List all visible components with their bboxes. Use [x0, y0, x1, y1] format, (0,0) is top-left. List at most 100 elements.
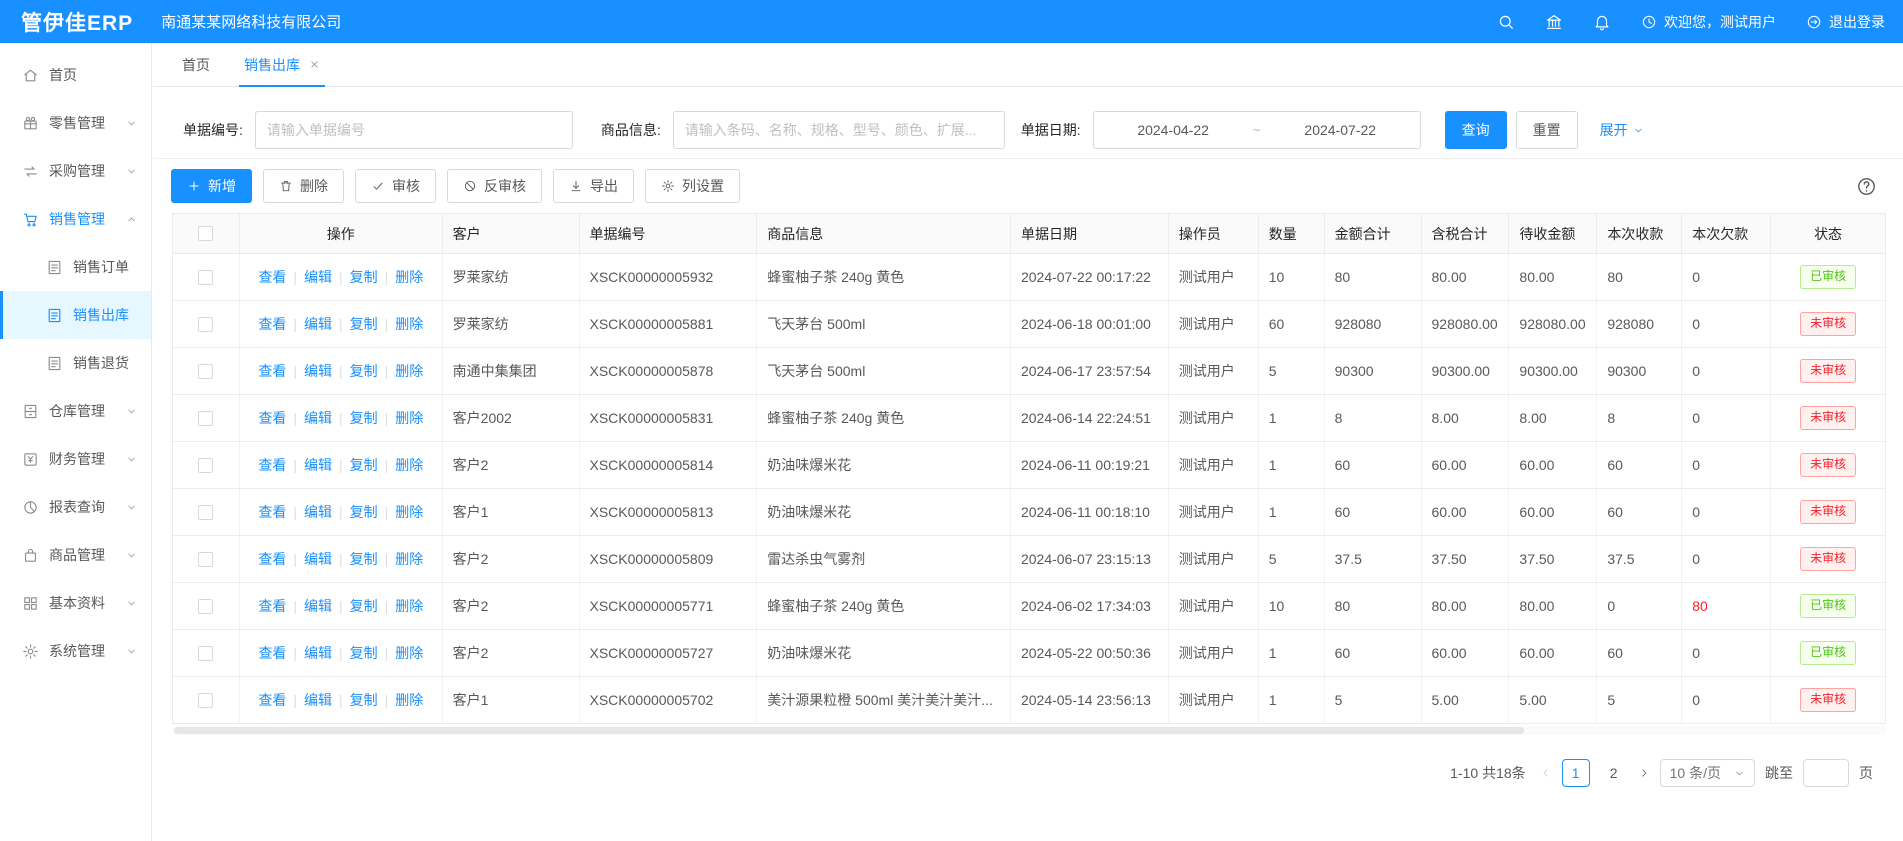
column-header-customer: 客户 — [443, 214, 580, 253]
row-checkbox[interactable] — [198, 505, 213, 520]
copy-link[interactable]: 复制 — [350, 314, 378, 334]
delete-link[interactable]: 删除 — [395, 361, 423, 381]
row-checkbox[interactable] — [198, 552, 213, 567]
edit-link[interactable]: 编辑 — [304, 596, 332, 616]
cell-orderNo: XSCK00000005814 — [580, 442, 758, 488]
copy-link[interactable]: 复制 — [350, 502, 378, 522]
edit-link[interactable]: 编辑 — [304, 502, 332, 522]
date-range-picker[interactable]: 2024-04-22 ~ 2024-07-22 — [1093, 111, 1421, 149]
edit-link[interactable]: 编辑 — [304, 361, 332, 381]
sidebar-item-purchase[interactable]: 采购管理 — [0, 147, 151, 195]
view-link[interactable]: 查看 — [258, 643, 286, 663]
help-icon[interactable] — [1856, 176, 1877, 197]
delete-link[interactable]: 删除 — [395, 643, 423, 663]
unaudit-button[interactable]: 反审核 — [447, 169, 542, 203]
delete-link[interactable]: 删除 — [395, 690, 423, 710]
reset-button[interactable]: 重置 — [1516, 111, 1578, 149]
row-checkbox[interactable] — [198, 693, 213, 708]
copy-link[interactable]: 复制 — [350, 408, 378, 428]
copy-link[interactable]: 复制 — [350, 596, 378, 616]
tab-home[interactable]: 首页 — [165, 43, 227, 86]
prev-page-button[interactable] — [1540, 767, 1552, 779]
copy-link[interactable]: 复制 — [350, 361, 378, 381]
view-link[interactable]: 查看 — [258, 408, 286, 428]
doc-no-input[interactable] — [255, 111, 573, 149]
chevron-down-icon — [126, 406, 137, 417]
audit-button[interactable]: 审核 — [355, 169, 436, 203]
copy-link[interactable]: 复制 — [350, 643, 378, 663]
row-checkbox[interactable] — [198, 458, 213, 473]
row-checkbox[interactable] — [198, 270, 213, 285]
edit-link[interactable]: 编辑 — [304, 408, 332, 428]
row-checkbox[interactable] — [198, 317, 213, 332]
view-link[interactable]: 查看 — [258, 314, 286, 334]
horizontal-scrollbar[interactable] — [172, 726, 1886, 735]
sidebar-item-sales[interactable]: 销售管理 — [0, 195, 151, 243]
edit-link[interactable]: 编辑 — [304, 549, 332, 569]
expand-link[interactable]: 展开 — [1600, 120, 1644, 140]
sidebar-item-system[interactable]: 系统管理 — [0, 627, 151, 675]
action-separator: | — [385, 504, 389, 520]
sidebar-item-basic[interactable]: 基本资料 — [0, 579, 151, 627]
close-icon[interactable] — [309, 59, 320, 70]
delete-button[interactable]: 删除 — [263, 169, 344, 203]
add-button[interactable]: 新增 — [171, 169, 252, 203]
view-link[interactable]: 查看 — [258, 596, 286, 616]
cell-operator: 测试用户 — [1169, 442, 1259, 488]
copy-link[interactable]: 复制 — [350, 455, 378, 475]
edit-link[interactable]: 编辑 — [304, 643, 332, 663]
sidebar-item-retail[interactable]: 零售管理 — [0, 99, 151, 147]
row-checkbox[interactable] — [198, 646, 213, 661]
jump-input[interactable] — [1803, 759, 1849, 787]
copy-link[interactable]: 复制 — [350, 690, 378, 710]
column-settings-button[interactable]: 列设置 — [645, 169, 740, 203]
page-2-button[interactable]: 2 — [1600, 759, 1628, 787]
sidebar-item-home[interactable]: 首页 — [0, 51, 151, 99]
view-link[interactable]: 查看 — [258, 455, 286, 475]
page-size-select[interactable]: 10 条/页 — [1660, 759, 1755, 787]
search-button[interactable]: 查询 — [1445, 111, 1507, 149]
export-button[interactable]: 导出 — [553, 169, 634, 203]
delete-link[interactable]: 删除 — [395, 267, 423, 287]
copy-link[interactable]: 复制 — [350, 267, 378, 287]
sidebar-item-sales-order[interactable]: 销售订单 — [0, 243, 151, 291]
product-info-input[interactable] — [673, 111, 1005, 149]
view-link[interactable]: 查看 — [258, 502, 286, 522]
action-separator: | — [339, 316, 343, 332]
search-icon[interactable] — [1497, 13, 1515, 31]
edit-link[interactable]: 编辑 — [304, 314, 332, 334]
row-checkbox[interactable] — [198, 599, 213, 614]
row-checkbox[interactable] — [198, 411, 213, 426]
delete-link[interactable]: 删除 — [395, 549, 423, 569]
bank-icon[interactable] — [1545, 13, 1563, 31]
tab-sales-outbound[interactable]: 销售出库 — [227, 43, 337, 86]
sidebar-item-report[interactable]: 报表查询 — [0, 483, 151, 531]
sidebar-item-label: 零售管理 — [49, 113, 105, 133]
delete-link[interactable]: 删除 — [395, 314, 423, 334]
next-page-button[interactable] — [1638, 767, 1650, 779]
delete-link[interactable]: 删除 — [395, 455, 423, 475]
scrollbar-thumb[interactable] — [174, 727, 1524, 734]
edit-link[interactable]: 编辑 — [304, 267, 332, 287]
welcome-user[interactable]: 欢迎您，测试用户 — [1641, 12, 1776, 32]
select-all-checkbox[interactable] — [198, 226, 213, 241]
copy-link[interactable]: 复制 — [350, 549, 378, 569]
page-1-button[interactable]: 1 — [1562, 759, 1590, 787]
edit-link[interactable]: 编辑 — [304, 455, 332, 475]
delete-link[interactable]: 删除 — [395, 596, 423, 616]
sidebar-item-sales-outbound[interactable]: 销售出库 — [0, 291, 151, 339]
view-link[interactable]: 查看 — [258, 549, 286, 569]
view-link[interactable]: 查看 — [258, 690, 286, 710]
view-link[interactable]: 查看 — [258, 361, 286, 381]
logout-button[interactable]: 退出登录 — [1806, 12, 1885, 32]
sidebar-item-product[interactable]: 商品管理 — [0, 531, 151, 579]
delete-link[interactable]: 删除 — [395, 408, 423, 428]
row-checkbox[interactable] — [198, 364, 213, 379]
view-link[interactable]: 查看 — [258, 267, 286, 287]
edit-link[interactable]: 编辑 — [304, 690, 332, 710]
sidebar-item-warehouse[interactable]: 仓库管理 — [0, 387, 151, 435]
bell-icon[interactable] — [1593, 13, 1611, 31]
delete-link[interactable]: 删除 — [395, 502, 423, 522]
sidebar-item-finance[interactable]: 财务管理 — [0, 435, 151, 483]
sidebar-item-sales-return[interactable]: 销售退货 — [0, 339, 151, 387]
